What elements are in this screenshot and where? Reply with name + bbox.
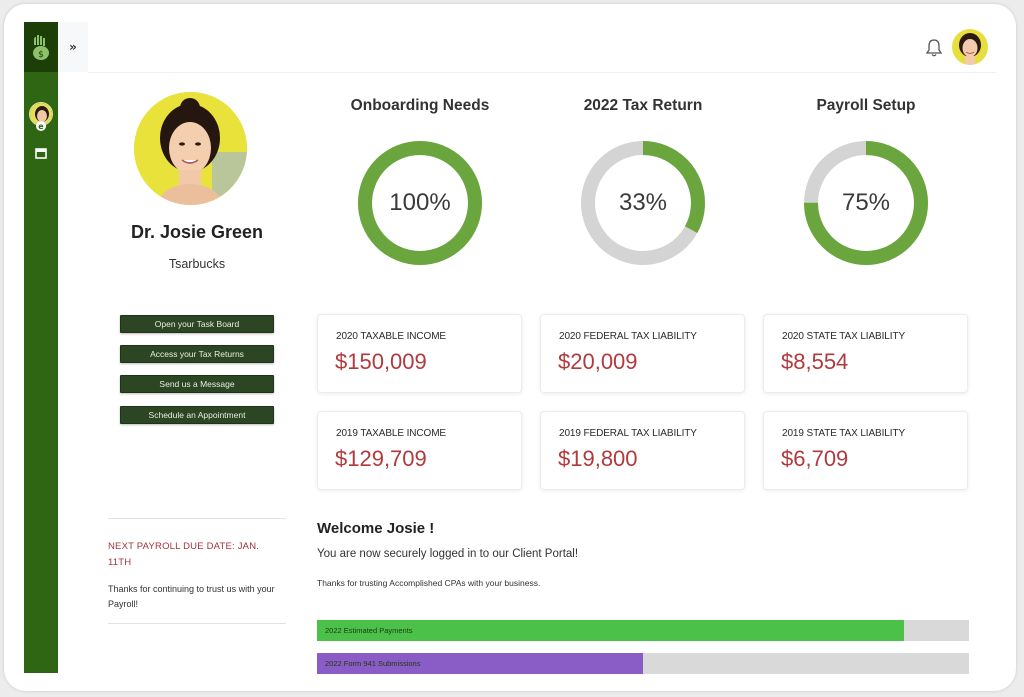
profile-photo <box>134 92 247 205</box>
card-label: 2020 TAXABLE INCOME <box>336 331 446 342</box>
progress-label: 2022 Form 941 Submissions <box>325 659 421 668</box>
profile-company: Tsarbucks <box>168 257 226 271</box>
payroll-due-date: NEXT PAYROLL DUE DATE: JAN. 11TH <box>108 541 260 568</box>
card-2019-federal-tax-liability[interactable]: 2019 FEDERAL TAX LIABILITY $19,800 <box>540 411 745 490</box>
card-amount: $8,554 <box>781 349 849 374</box>
schedule-appointment-button[interactable]: Schedule an Appointment <box>120 406 274 424</box>
estimated-payments-progress: 2022 Estimated Payments <box>317 620 969 641</box>
welcome-message: You are now securely logged in to our Cl… <box>317 548 579 560</box>
card-amount: $150,009 <box>335 349 427 374</box>
card-label: 2019 TAXABLE INCOME <box>336 428 446 439</box>
profile-name: Dr. Josie Green <box>130 222 264 242</box>
send-message-button[interactable]: Send us a Message <box>120 375 274 393</box>
open-task-board-button[interactable]: Open your Task Board <box>120 315 274 333</box>
card-amount: $19,800 <box>558 446 638 471</box>
card-2019-state-tax-liability[interactable]: 2019 STATE TAX LIABILITY $6,709 <box>763 411 968 490</box>
chat-icon[interactable]: e <box>32 118 50 134</box>
brand-logo-icon[interactable]: $ <box>24 22 58 72</box>
header-divider <box>88 72 996 73</box>
card-label: 2019 FEDERAL TAX LIABILITY <box>559 428 697 439</box>
svg-text:$: $ <box>38 50 44 60</box>
form-941-progress: 2022 Form 941 Submissions <box>317 653 969 674</box>
payroll-setup-value: 75% <box>841 189 891 216</box>
payroll-setup-ring: 75% <box>801 138 931 268</box>
card-label: 2020 FEDERAL TAX LIABILITY <box>559 331 697 342</box>
card-amount: $20,009 <box>558 349 638 374</box>
card-2020-federal-tax-liability[interactable]: 2020 FEDERAL TAX LIABILITY $20,009 <box>540 314 745 393</box>
card-2020-taxable-income[interactable]: 2020 TAXABLE INCOME $150,009 <box>317 314 522 393</box>
expand-sidebar-button[interactable]: » <box>58 22 88 72</box>
sidebar-rail: $ e <box>24 22 58 673</box>
calendar-icon[interactable] <box>32 145 50 161</box>
payroll-thanks-text: Thanks for continuing to trust us with y… <box>108 584 275 609</box>
welcome-subtext: Thanks for trusting Accomplished CPAs wi… <box>317 578 541 588</box>
onboarding-needs-title: Onboarding Needs <box>350 97 490 114</box>
card-amount: $129,709 <box>335 446 427 471</box>
tax-return-ring: 33% <box>578 138 708 268</box>
tax-return-value: 33% <box>618 189 668 216</box>
card-2019-taxable-income[interactable]: 2019 TAXABLE INCOME $129,709 <box>317 411 522 490</box>
card-amount: $6,709 <box>781 446 849 471</box>
access-tax-returns-button[interactable]: Access your Tax Returns <box>120 345 274 363</box>
user-avatar[interactable] <box>952 29 988 65</box>
onboarding-needs-ring: 100% <box>355 138 485 268</box>
payroll-setup-title: Payroll Setup <box>816 97 916 114</box>
card-2020-state-tax-liability[interactable]: 2020 STATE TAX LIABILITY $8,554 <box>763 314 968 393</box>
bell-icon[interactable] <box>925 38 943 58</box>
payroll-notice: NEXT PAYROLL DUE DATE: JAN. 11TH Thanks … <box>108 518 286 624</box>
welcome-title: Welcome Josie ! <box>317 520 435 537</box>
tax-return-title: 2022 Tax Return <box>583 97 703 114</box>
svg-text:e: e <box>38 122 44 131</box>
card-label: 2019 STATE TAX LIABILITY <box>782 428 906 439</box>
onboarding-needs-value: 100% <box>389 189 451 216</box>
progress-label: 2022 Estimated Payments <box>325 626 413 635</box>
double-chevron-right-icon: » <box>69 40 77 54</box>
card-label: 2020 STATE TAX LIABILITY <box>782 331 906 342</box>
